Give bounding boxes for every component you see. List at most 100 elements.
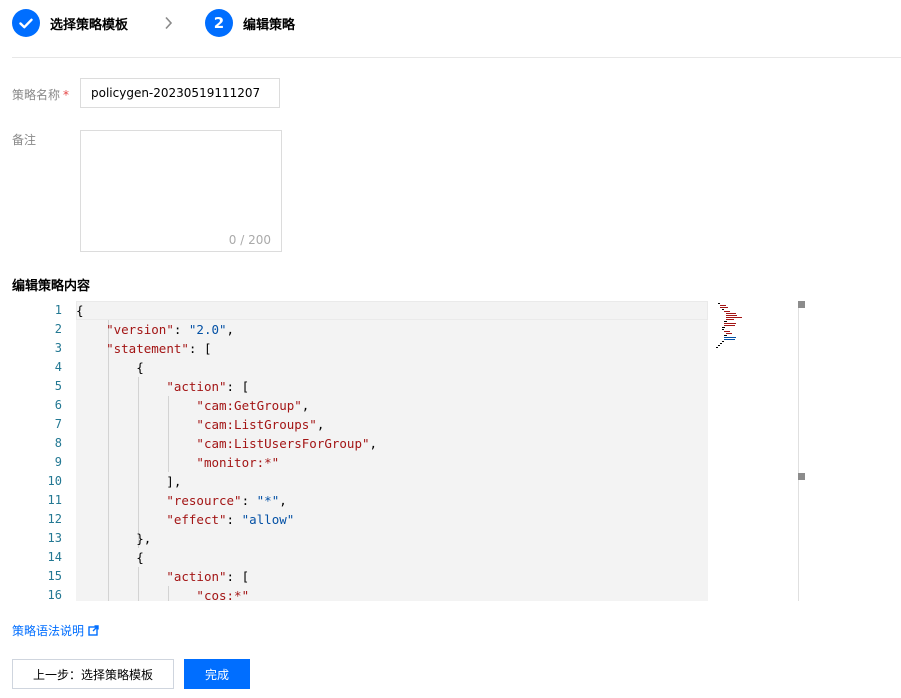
finish-button[interactable]: 完成 [184,659,250,689]
steps-bar: 选择策略模板 2 编辑策略 [12,9,295,37]
remark-counter: 0 / 200 [228,233,271,247]
minimap-line [718,345,720,346]
line-number: 14 [47,550,62,564]
code-token: , [369,436,378,451]
json-string-token: "2.0" [188,322,227,337]
line-number-gutter: 1 2 3 4 5 6 7 8 9 10 11 12 13 14 15 16 [12,301,76,601]
code-token: { [76,303,84,318]
json-key-token: "statement" [106,341,189,356]
code-token: ], [76,474,182,489]
json-key-token: "action" [166,379,227,394]
line-number: 2 [54,322,62,336]
code-token: : [226,512,242,527]
line-number: 16 [47,588,62,601]
json-key-token: "cam:ListGroups" [196,417,317,432]
policy-name-label-text: 策略名称 [12,88,61,102]
json-key-token: "effect" [166,512,227,527]
scrollbar-thumb-top[interactable] [798,301,805,308]
minimap-line [724,337,736,338]
code-token: : [241,493,257,508]
line-number: 4 [54,360,62,374]
vertical-scrollbar-track[interactable] [798,301,799,601]
minimap-line [718,303,720,304]
code-line: "action": [ [76,377,708,396]
code-token: : [ [226,379,250,394]
minimap-line [724,325,735,326]
code-line: { [76,548,708,567]
scrollbar-thumb-marker[interactable] [798,473,805,480]
code-editor[interactable]: 1 2 3 4 5 6 7 8 9 10 11 12 13 14 15 16 { "version": "2.… [12,301,811,601]
line-number: 8 [54,436,62,450]
minimap-line [720,343,722,344]
minimap-line [726,315,737,316]
minimap-line [722,341,724,342]
minimap-line [722,329,724,330]
policy-syntax-link[interactable]: 策略语法说明 [12,622,99,639]
policy-name-input[interactable] [80,78,280,108]
code-line: { [76,358,708,377]
step-2-label: 编辑策略 [243,17,296,33]
minimap-line [724,335,727,336]
code-minimap[interactable] [712,301,800,601]
json-key-token: "monitor:*" [196,455,280,470]
code-line: "action": [ [76,567,708,586]
code-token: : [ [188,341,212,356]
code-line: "monitor:*" [76,453,708,472]
line-number: 11 [47,493,62,507]
code-line: { [76,301,708,320]
code-text-area[interactable]: { "version": "2.0", "statement": [ { "ac… [76,301,708,601]
remark-label: 备注 [12,133,37,147]
minimap-line [724,323,736,324]
code-line: "statement": [ [76,339,708,358]
line-number: 9 [54,455,62,469]
code-token: { [76,360,144,375]
minimap-line [724,311,730,312]
code-token: , [226,322,235,337]
prev-step-button[interactable]: 上一步：选择策略模板 [12,659,174,689]
json-key-token: "cam:ListUsersForGroup" [196,436,370,451]
section-title: 编辑策略内容 [12,279,91,294]
step-2-number: 2 [205,9,234,37]
json-key-token: "resource" [166,493,242,508]
header-divider [12,57,901,58]
minimap-line [724,321,727,322]
json-key-token: "version" [106,322,174,337]
code-token: }, [76,531,152,546]
line-number: 7 [54,417,62,431]
line-number: 5 [54,379,62,393]
line-number: 3 [54,341,62,355]
code-line: "cam:ListUsersForGroup", [76,434,708,453]
code-token: , [316,417,325,432]
code-token: , [301,398,310,413]
minimap-line [726,319,734,320]
code-token: { [76,550,144,565]
policy-name-label: 策略名称 * [12,86,69,103]
code-line: }, [76,529,708,548]
minimap-line [722,327,725,328]
code-token: : [ [226,569,250,584]
line-number: 15 [47,569,62,583]
json-string-token: "*" [256,493,280,508]
external-link-icon [88,625,99,636]
check-icon [19,18,33,28]
minimap-line [720,307,728,308]
policy-syntax-link-text[interactable]: 策略语法说明 [12,622,84,639]
code-line: ], [76,472,708,491]
step-1-label: 选择策略模板 [50,17,129,33]
minimap-line [726,317,742,318]
code-line: "effect": "allow" [76,510,708,529]
code-line: "version": "2.0", [76,320,708,339]
line-number: 13 [47,531,62,545]
code-token: : [173,322,189,337]
json-string-token: "allow" [241,512,295,527]
